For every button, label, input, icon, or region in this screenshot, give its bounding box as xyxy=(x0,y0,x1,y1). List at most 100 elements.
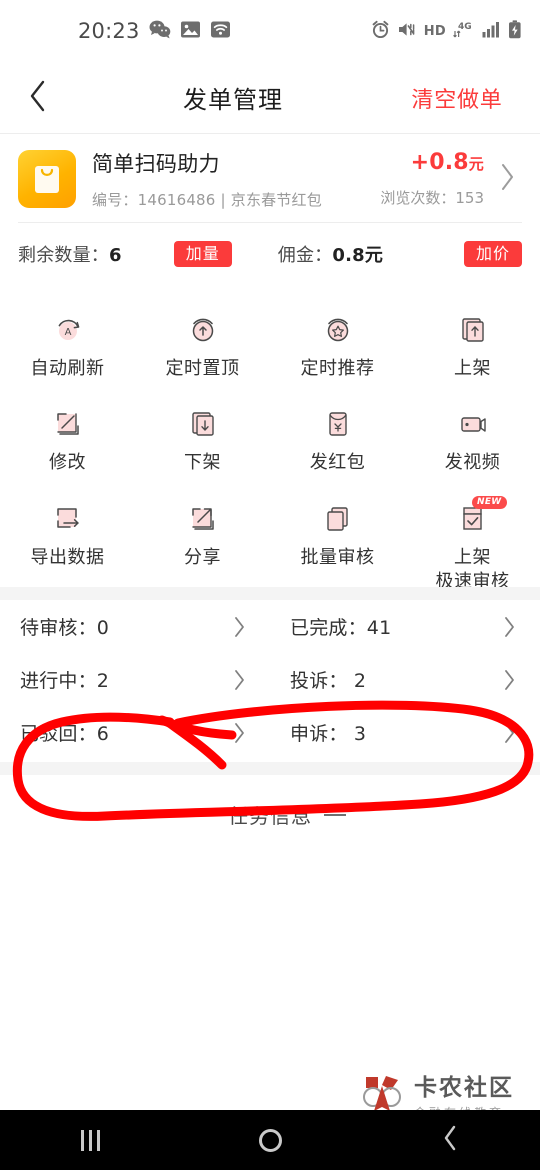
task-reward: +0.8元 xyxy=(380,150,484,175)
video-camera-icon xyxy=(455,403,491,445)
commission: 佣金：0.8元 xyxy=(278,241,383,267)
task-card-chevron[interactable] xyxy=(490,162,524,196)
commission-label: 佣金： xyxy=(277,245,333,266)
chevron-left-icon xyxy=(27,79,49,117)
action-timed-recommend[interactable]: 定时推荐 xyxy=(270,295,405,389)
remaining-quantity-value: 6 xyxy=(109,245,122,266)
status-row: 已驳回：6 申诉： 3 xyxy=(0,706,540,759)
nav-home-button[interactable] xyxy=(180,1128,360,1152)
chevron-right-icon xyxy=(478,721,540,745)
action-label: 定时置顶 xyxy=(165,358,240,379)
mute-vibrate-icon xyxy=(397,20,417,43)
status-pending-review[interactable]: 待审核：0 xyxy=(0,613,270,640)
task-info: 简单扫码助力 编号：14616486 | 京东春节红包 xyxy=(76,148,380,210)
nav-recents-button[interactable] xyxy=(0,1129,180,1151)
action-grid-row-1: A 自动刷新 定时置顶 定时推荐 上架 xyxy=(0,295,540,389)
status-label: 已完成：41 xyxy=(290,617,392,639)
add-quantity-button[interactable]: 加量 xyxy=(173,241,232,267)
status-label: 进行中：2 xyxy=(20,670,110,692)
task-reward-amount: +0.8 xyxy=(410,150,469,175)
status-label: 申诉： 3 xyxy=(290,723,367,745)
action-label: 自动刷新 xyxy=(30,358,105,379)
action-edit[interactable]: 修改 xyxy=(0,389,135,483)
section-title: 任务信息 xyxy=(228,804,312,828)
status-label: 已驳回：6 xyxy=(20,723,110,745)
home-icon xyxy=(258,1128,282,1152)
timed-recommend-icon xyxy=(320,309,356,351)
red-envelope-icon xyxy=(320,403,356,445)
nav-back-button[interactable] xyxy=(360,1124,540,1156)
export-data-icon xyxy=(50,498,86,540)
svg-text:A: A xyxy=(64,327,71,338)
gallery-icon xyxy=(180,20,201,43)
status-bar: 20:23 HD 4G xyxy=(0,0,540,62)
action-export-data[interactable]: 导出数据 xyxy=(0,484,135,603)
network-4g-icon: 4G xyxy=(453,20,475,43)
status-bar-right: HD 4G xyxy=(371,19,522,43)
battery-charging-icon xyxy=(508,19,522,43)
batch-review-icon xyxy=(320,498,356,540)
chevron-right-icon xyxy=(208,668,270,692)
task-reward-unit: 元 xyxy=(468,155,484,173)
wifi-icon xyxy=(210,20,231,43)
signal-icon xyxy=(482,21,501,42)
timed-pin-top-icon xyxy=(185,309,221,351)
status-label: 待审核：0 xyxy=(20,617,110,639)
action-grid: A 自动刷新 定时置顶 定时推荐 上架 修改 下架 发红包 发视频 导出数据 分… xyxy=(0,287,540,612)
task-metrics: +0.8元 浏览次数：153 xyxy=(380,150,490,208)
status-complaints[interactable]: 投诉： 2 xyxy=(270,666,540,693)
remaining-quantity-label: 剩余数量： xyxy=(18,245,109,266)
status-row: 待审核：0 已完成：41 xyxy=(0,600,540,653)
action-batch-review[interactable]: 批量审核 xyxy=(270,484,405,603)
action-send-red-envelope[interactable]: 发红包 xyxy=(270,389,405,483)
action-label: 导出数据 xyxy=(30,546,105,568)
section-dash-right xyxy=(324,813,346,816)
action-grid-row-2: 修改 下架 发红包 发视频 xyxy=(0,389,540,483)
task-thumbnail xyxy=(18,150,76,208)
action-label: 批量审核 xyxy=(300,546,375,568)
auto-refresh-icon: A xyxy=(50,309,86,351)
phone-screen: 20:23 HD 4G 发单管理 清空做单 简单扫码助力 编号：14616486… xyxy=(0,0,540,1170)
new-badge: NEW xyxy=(471,495,507,509)
action-timed-pin-top[interactable]: 定时置顶 xyxy=(135,295,270,389)
alarm-icon xyxy=(371,20,390,43)
action-label: 定时推荐 xyxy=(300,358,375,379)
action-label: 上架 xyxy=(454,358,491,379)
status-completed[interactable]: 已完成：41 xyxy=(270,613,540,640)
remaining-quantity: 剩余数量：6 xyxy=(18,241,122,267)
svg-text:4G: 4G xyxy=(458,22,472,32)
action-unpublish[interactable]: 下架 xyxy=(135,389,270,483)
task-card[interactable]: 简单扫码助力 编号：14616486 | 京东春节红包 +0.8元 浏览次数：1… xyxy=(0,135,540,285)
hd-icon: HD xyxy=(423,23,446,39)
status-rejected[interactable]: 已驳回：6 xyxy=(0,719,270,746)
action-fast-review[interactable]: NEW 上架 极速审核 xyxy=(405,484,540,603)
status-in-progress[interactable]: 进行中：2 xyxy=(0,666,270,693)
page-header: 发单管理 清空做单 xyxy=(0,62,540,134)
action-label: 修改 xyxy=(49,452,86,474)
action-auto-refresh[interactable]: A 自动刷新 xyxy=(0,295,135,389)
action-label: 下架 xyxy=(184,452,221,474)
task-info-section-header: 任务信息 xyxy=(0,800,540,829)
share-arrow-icon xyxy=(185,498,221,540)
status-appeals[interactable]: 申诉： 3 xyxy=(270,719,540,746)
action-label: 发红包 xyxy=(309,452,366,474)
recents-icon xyxy=(80,1129,100,1151)
status-row: 进行中：2 投诉： 2 xyxy=(0,653,540,706)
chevron-right-icon xyxy=(478,615,540,639)
status-bar-left: 20:23 xyxy=(78,19,231,43)
add-price-button[interactable]: 加价 xyxy=(463,241,522,267)
edit-pencil-icon xyxy=(50,403,86,445)
chevron-right-icon xyxy=(499,162,515,196)
action-send-video[interactable]: 发视频 xyxy=(405,389,540,483)
clear-orders-button[interactable]: 清空做单 xyxy=(390,82,540,114)
status-bar-clock: 20:23 xyxy=(78,19,140,43)
back-button[interactable] xyxy=(0,79,76,117)
commission-value: 0.8元 xyxy=(332,245,384,266)
action-label-line1: 上架 xyxy=(454,546,491,568)
wechat-icon xyxy=(149,19,171,43)
chevron-right-icon xyxy=(208,721,270,745)
action-publish[interactable]: 上架 xyxy=(405,295,540,389)
action-label: 发视频 xyxy=(444,452,501,474)
task-card-main[interactable]: 简单扫码助力 编号：14616486 | 京东春节红包 +0.8元 浏览次数：1… xyxy=(0,135,540,222)
action-share[interactable]: 分享 xyxy=(135,484,270,603)
